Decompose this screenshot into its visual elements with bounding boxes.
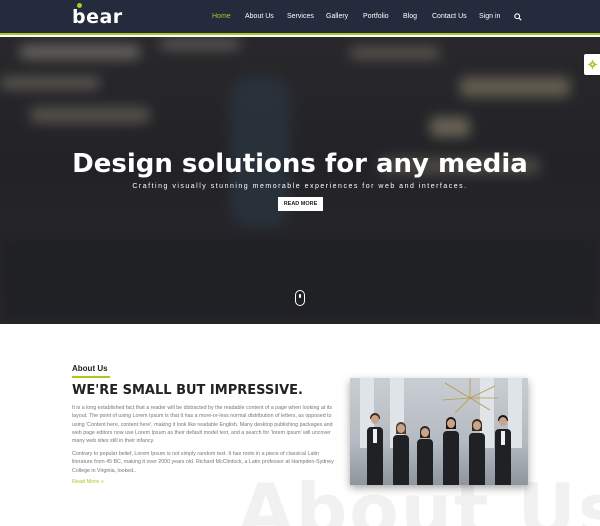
- hero-title: Design solutions for any media: [72, 149, 528, 179]
- nav-item-gallery[interactable]: Gallery: [326, 12, 348, 22]
- person-head: [499, 417, 507, 426]
- main-nav: Home About Us Services Gallery Portfolio…: [0, 12, 600, 24]
- mouse-wheel: [299, 294, 301, 298]
- person-head: [421, 428, 429, 437]
- about-label-underline: [72, 376, 110, 378]
- person-body: [393, 435, 409, 485]
- person-head: [397, 424, 405, 433]
- person-shirt: [501, 431, 505, 445]
- nav-item-home[interactable]: Home: [212, 12, 231, 22]
- person-body: [443, 431, 459, 485]
- nav-item-about-us[interactable]: About Us: [245, 12, 274, 22]
- team-member: [366, 405, 384, 485]
- nav-item-blog[interactable]: Blog: [403, 12, 417, 22]
- team-member: [442, 409, 460, 485]
- read-more-link[interactable]: Read More »: [72, 479, 104, 485]
- team-member: [468, 411, 486, 485]
- about-paragraph-1: It is a long established fact that a rea…: [72, 405, 333, 445]
- read-more-button[interactable]: READ MORE: [278, 197, 323, 211]
- about-paragraph-2: Contrary to popular belief, Lorem Ipsum …: [72, 451, 334, 474]
- logo-dot: [77, 3, 82, 8]
- person-head: [473, 421, 481, 430]
- hero-overlay: [0, 37, 600, 324]
- person-head: [447, 419, 455, 428]
- team-photo: [350, 378, 528, 485]
- hero-subtitle: Crafting visually stunning memorable exp…: [132, 183, 468, 190]
- nav-item-portfolio[interactable]: Portfolio: [363, 12, 389, 22]
- search-icon[interactable]: [514, 13, 522, 21]
- gear-icon: [588, 60, 597, 69]
- top-navbar: bear Home About Us Services Gallery Port…: [0, 0, 600, 35]
- person-body: [469, 433, 485, 485]
- mouse-scroll-icon[interactable]: [295, 290, 305, 306]
- team-member: [416, 417, 434, 485]
- person-shirt: [373, 429, 377, 443]
- person-head: [371, 415, 379, 424]
- team-member: [392, 413, 410, 485]
- nav-item-sign-in[interactable]: Sign in: [479, 12, 500, 22]
- nav-item-services[interactable]: Services: [287, 12, 314, 22]
- nav-item-contact-us[interactable]: Contact Us: [432, 12, 467, 22]
- team-member: [494, 407, 512, 485]
- person-body: [417, 439, 433, 485]
- hero-banner: Design solutions for any media Crafting …: [0, 37, 600, 324]
- about-section-label: About Us: [72, 364, 108, 373]
- settings-tab[interactable]: [584, 54, 600, 75]
- about-heading: WE'RE SMALL BUT IMPRESSIVE.: [72, 383, 303, 398]
